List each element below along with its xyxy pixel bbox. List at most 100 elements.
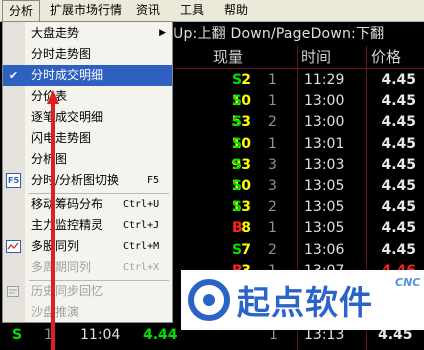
analysis-dropdown-menu: 大盘走势 ▶ 分时走势图 ✔ 分时成交明细 分价表 逐笔成交明细 闪电走势图 分…: [2, 21, 173, 323]
cell-volume: 7: [241, 241, 251, 258]
cell-buy-sell: S: [232, 241, 243, 258]
multi-chart-icon: [6, 239, 21, 254]
menu-item-intraday-chart[interactable]: 分时走势图: [3, 44, 172, 65]
menu-item-multi-period[interactable]: 多周期同列 Ctrl+X: [3, 257, 172, 278]
menu-news[interactable]: 资讯: [130, 0, 166, 21]
cell-price: 4.45: [381, 135, 416, 152]
menu-item-label: 主力监控精灵: [31, 218, 104, 232]
cell-time: 11:29: [304, 72, 345, 88]
history-icon: [6, 284, 21, 299]
menu-item-chip-distribution[interactable]: 移动筹码分布 Ctrl+U: [3, 194, 172, 215]
menu-item-label: 分时走势图: [31, 47, 92, 61]
menu-item-market-trend[interactable]: 大盘走势 ▶: [3, 23, 172, 44]
menu-tools[interactable]: 工具: [174, 0, 210, 21]
menu-item-label: 分时成交明细: [31, 68, 104, 82]
cell-count: 1: [268, 135, 277, 152]
cell-buy-sell: S: [232, 135, 243, 152]
table-row: 10 S 1 13:00 4.45: [173, 92, 424, 111]
menu-item-shortcut: F5: [147, 175, 160, 186]
menu-item-sandbox[interactable]: 沙盘推演: [3, 302, 172, 323]
menu-item-label: 历史同步回忆: [31, 284, 104, 298]
table-row: 53 S 2 13:00 4.45: [173, 113, 424, 132]
bottom-time: 11:04: [80, 327, 121, 343]
menu-item-shortcut: Ctrl+X: [123, 262, 160, 273]
paging-hint: Up:上翻 Down/PageDown:下翻: [173, 26, 385, 42]
cell-price: 4.45: [381, 114, 416, 131]
menu-item-shortcut: Ctrl+U: [123, 199, 160, 210]
cell-buy-sell: B: [232, 220, 243, 237]
cell-price: 4.45: [381, 220, 416, 237]
cell-count: 2: [268, 199, 277, 216]
cell-buy-sell: S: [232, 72, 243, 88]
cell-count: 2: [268, 241, 277, 258]
cell-price: 4.45: [381, 93, 416, 110]
checkmark-icon: ✔: [8, 69, 19, 82]
cell-buy-sell: S: [232, 93, 243, 110]
cell-time: 13:00: [304, 114, 345, 131]
cell-price: 4.45: [381, 156, 416, 173]
cell-time: 13:05: [304, 220, 345, 237]
menu-item-price-table[interactable]: 分价表: [3, 86, 172, 107]
header-divider: [173, 68, 424, 69]
table-row: 2 S 1 11:29 4.45: [173, 71, 424, 90]
menu-item-analysis-chart[interactable]: 分析图: [3, 149, 172, 170]
cell-price: 4.45: [381, 241, 416, 258]
cell-price: 4.45: [381, 199, 416, 216]
cell-volume: 2: [241, 72, 251, 88]
table-row: 10 S 1 13:01 4.45: [173, 135, 424, 154]
menu-item-flash-chart[interactable]: 闪电走势图: [3, 128, 172, 149]
table-header: 现量 时间 价格: [173, 46, 424, 68]
cell-volume: 8: [241, 220, 251, 237]
cell-time: 13:00: [304, 93, 345, 110]
menu-item-label: 分时/分析图切换: [31, 173, 120, 187]
menu-item-label: 多周期同列: [31, 260, 92, 274]
menu-item-shortcut: Ctrl+M: [123, 241, 160, 252]
cell-count: 1: [268, 93, 277, 110]
cell-buy-sell: S: [232, 156, 243, 173]
cell-count: 1: [268, 220, 277, 237]
menu-item-label: 移动筹码分布: [31, 197, 104, 211]
cell-count: 1: [268, 72, 277, 88]
menu-item-label: 逐笔成交明细: [31, 110, 104, 124]
menu-bar: 分析 扩展市场行情 资讯 工具 帮助: [0, 0, 424, 22]
menu-item-label: 大盘走势: [31, 26, 80, 40]
menu-item-history-sync[interactable]: 历史同步回忆: [3, 281, 172, 302]
header-time: 时间: [301, 48, 332, 66]
watermark: 起点软件 CNC: [181, 270, 424, 330]
cell-buy-sell: S: [232, 199, 243, 216]
cell-time: 13:06: [304, 241, 345, 258]
cell-time: 13:01: [304, 135, 345, 152]
watermark-logo-icon: [188, 279, 230, 321]
cell-price: 4.45: [381, 72, 416, 88]
table-row: 8 B 1 13:05 4.45: [173, 219, 424, 238]
submenu-arrow-icon: ▶: [159, 28, 166, 38]
menu-item-multi-stock[interactable]: 多股同列 Ctrl+M: [3, 236, 172, 257]
menu-extended-market[interactable]: 扩展市场行情: [44, 0, 128, 21]
header-volume: 现量: [213, 48, 244, 66]
cell-price: 4.45: [381, 178, 416, 194]
menu-help[interactable]: 帮助: [218, 0, 254, 21]
header-price: 价格: [371, 48, 402, 66]
f5-icon: F5: [6, 173, 21, 188]
cell-time: 13:05: [304, 178, 345, 194]
cell-time: 13:05: [304, 199, 345, 216]
cell-count: 3: [268, 178, 277, 194]
menu-item-tick-trades[interactable]: 逐笔成交明细: [3, 107, 172, 128]
bottom-price: 4.44: [143, 327, 178, 343]
menu-item-toggle-chart[interactable]: F5 分时/分析图切换 F5: [3, 170, 172, 191]
table-row: 13 S 2 13:05 4.45: [173, 198, 424, 217]
cell-count: 2: [268, 114, 277, 131]
table-row: 93 S 3 13:03 4.45: [173, 156, 424, 175]
cell-count: 3: [268, 156, 277, 173]
bottom-bs: S: [12, 327, 23, 343]
watermark-text: 起点软件: [237, 283, 373, 322]
table-row: 7 S 2 13:06 4.45: [173, 241, 424, 260]
menu-analysis[interactable]: 分析: [2, 0, 41, 21]
menu-item-label: 闪电走势图: [31, 131, 92, 145]
menu-item-intraday-trades[interactable]: ✔ 分时成交明细: [3, 65, 172, 86]
cell-time: 13:03: [304, 156, 345, 173]
menu-item-shortcut: Ctrl+J: [123, 220, 160, 231]
menu-item-main-force-monitor[interactable]: 主力监控精灵 Ctrl+J: [3, 215, 172, 236]
table-row: 10 S 3 13:05 4.45: [173, 177, 424, 196]
watermark-side-text: CNC: [395, 276, 421, 289]
